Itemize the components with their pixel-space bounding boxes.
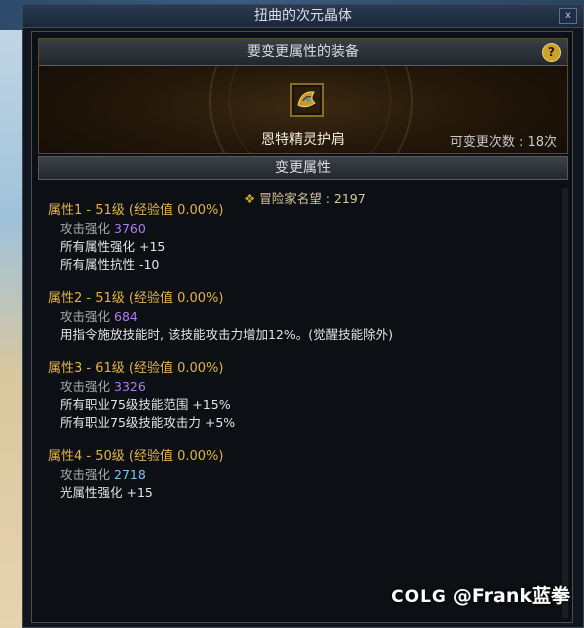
- attr-line: 光属性强化 +15: [60, 485, 153, 500]
- attr-title: 属性2 - 51级 (经验值 0.00%): [48, 291, 224, 306]
- attr-value: 3326: [114, 379, 146, 394]
- medal-icon: ❖: [244, 191, 256, 206]
- attr-title: 属性3 - 61级 (经验值 0.00%): [48, 361, 224, 376]
- adventurer-fame: ❖ 冒险家名望 : 2197: [244, 188, 366, 207]
- attr-line: 所有职业75级技能攻击力 +5%: [60, 415, 236, 430]
- crystal-window: 扭曲的次元晶体 x 要变更属性的装备 ? 恩特精灵护肩 可变更次数 : 18次 …: [22, 4, 584, 628]
- scrollbar-track[interactable]: [562, 188, 568, 618]
- attr-line: 所有属性抗性 -10: [60, 257, 160, 272]
- attr-line: 攻击强化 2718: [48, 466, 223, 484]
- attr-label: 攻击强化: [60, 467, 111, 482]
- attr-value: 2718: [114, 467, 146, 482]
- change-count: 可变更次数 : 18次: [449, 135, 557, 150]
- attr-group-3[interactable]: 属性3 - 61级 (经验值 0.00%) 攻击强化 3326 所有职业75级技…: [48, 360, 235, 432]
- window-body: 要变更属性的装备 ? 恩特精灵护肩 可变更次数 : 18次 变更属性 ❖ 冒险家名…: [31, 31, 573, 623]
- adventurer-fame-text: 冒险家名望 : 2197: [259, 191, 366, 206]
- equip-panel: 要变更属性的装备 ? 恩特精灵护肩 可变更次数 : 18次: [38, 38, 568, 154]
- attr-label: 攻击强化: [60, 309, 111, 324]
- attr-value: 3760: [114, 221, 146, 236]
- window-title: 扭曲的次元晶体: [23, 5, 583, 28]
- equip-panel-header: 要变更属性的装备: [39, 39, 567, 66]
- attr-value: 684: [114, 309, 138, 324]
- attr-section-header: 变更属性: [38, 156, 568, 180]
- attr-label: 攻击强化: [60, 221, 111, 236]
- attr-label: 攻击强化: [60, 379, 111, 394]
- attr-group-4[interactable]: 属性4 - 50级 (经验值 0.00%) 攻击强化 2718 光属性强化 +1…: [48, 448, 223, 502]
- attr-line: 所有职业75级技能范围 +15%: [60, 397, 231, 412]
- attr-line: 攻击强化 3760: [48, 220, 223, 238]
- watermark-text: @Frank蓝拳: [452, 585, 570, 607]
- attr-group-2[interactable]: 属性2 - 51级 (经验值 0.00%) 攻击强化 684 用指令施放技能时,…: [48, 290, 393, 344]
- equipment-slot[interactable]: [290, 83, 324, 117]
- attr-line: 攻击强化 684: [48, 308, 393, 326]
- attr-title: 属性1 - 51级 (经验值 0.00%): [48, 203, 224, 218]
- help-icon[interactable]: ?: [542, 43, 561, 62]
- watermark: COLG @Frank蓝拳: [391, 581, 570, 608]
- attr-title: 属性4 - 50级 (经验值 0.00%): [48, 449, 224, 464]
- colg-logo: COLG: [391, 587, 447, 607]
- shoulder-armor-icon: [294, 87, 320, 113]
- close-button[interactable]: x: [559, 8, 577, 24]
- attr-line: 攻击强化 3326: [48, 378, 235, 396]
- attr-line: 用指令施放技能时, 该技能攻击力增加12%。(觉醒技能除外): [60, 327, 393, 342]
- attr-group-1[interactable]: 属性1 - 51级 (经验值 0.00%) 攻击强化 3760 所有属性强化 +…: [48, 202, 223, 274]
- attr-line: 所有属性强化 +15: [60, 239, 166, 254]
